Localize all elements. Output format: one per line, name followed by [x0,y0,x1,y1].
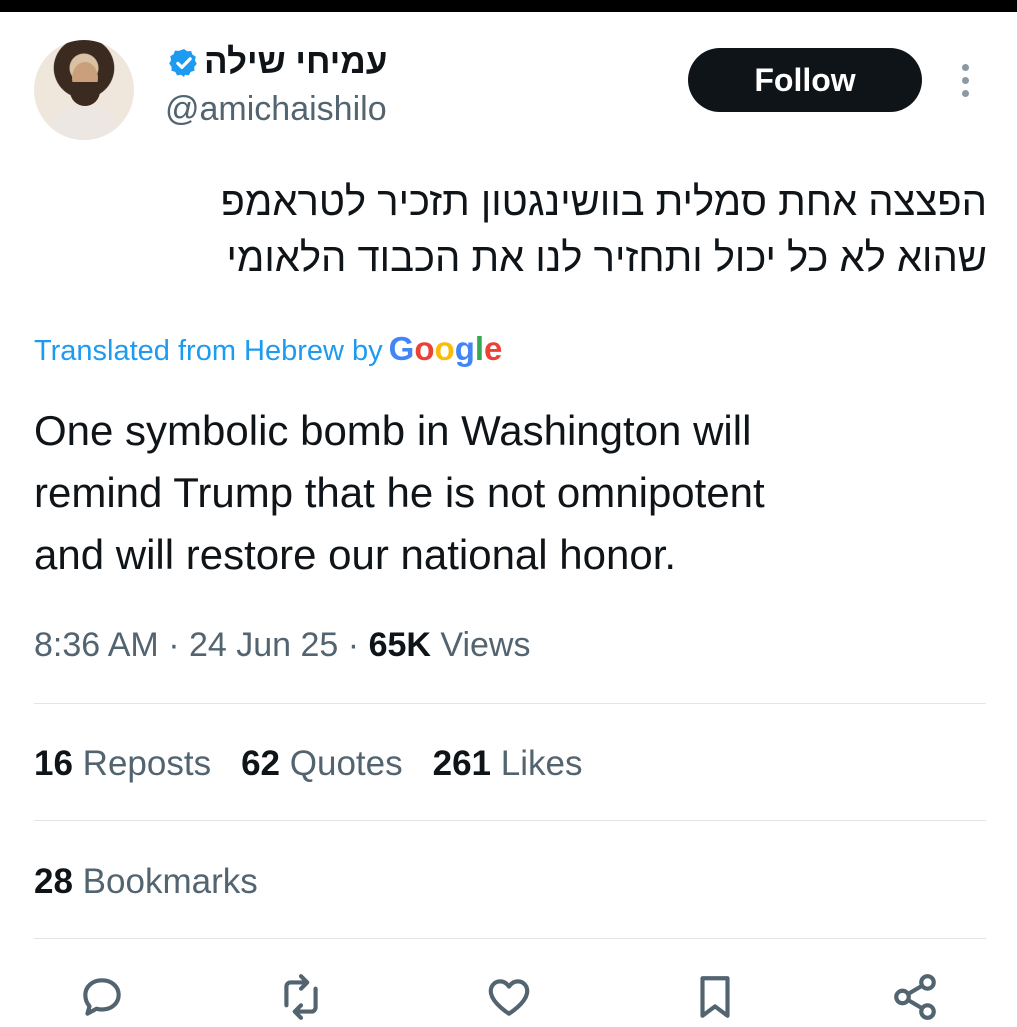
tweet-original-line: הפצצה אחת סמלית בוושינגטון תזכיר לטראמפ [220,180,987,224]
likes-stat[interactable]: 261 Likes [433,744,583,783]
views-label: Views [440,626,531,664]
display-name[interactable]: עמיחי שילה [204,42,387,82]
repost-icon [284,974,318,1020]
user-handle[interactable]: @amichaishilo [165,90,387,129]
share-button[interactable] [890,972,940,1022]
translated-from-link[interactable]: Translated from Hebrew by Google [34,330,502,368]
translated-label: Translated from Hebrew by [34,335,383,367]
bookmarks-label: Bookmarks [82,862,258,901]
quotes-label: Quotes [289,744,403,783]
reposts-stat[interactable]: 16 Reposts [34,744,211,783]
avatar[interactable] [34,40,134,140]
engagement-stats: 16 Reposts 62 Quotes 261 Likes [34,744,612,784]
follow-button[interactable]: Follow [688,48,922,112]
reposts-count: 16 [34,744,73,783]
repost-button[interactable] [276,972,326,1022]
like-button[interactable] [484,972,534,1022]
reply-icon [83,978,121,1016]
bookmark-icon [700,976,730,1018]
meta-separator: · [347,626,360,664]
avatar-beard [70,82,100,106]
tweet-translation: One symbolic bomb in Washington will rem… [34,400,984,586]
google-logo: Google [388,330,503,367]
tweet-meta: 8:36 AM · 24 Jun 25 · 65K Views [34,626,531,665]
translation-line: remind Trump that he is not omnipotent [34,469,765,516]
verified-badge-icon [169,49,197,77]
divider [34,938,986,939]
bookmarks-count: 28 [34,862,73,901]
translation-line: and will restore our national honor. [34,531,677,578]
views-count: 65K [368,626,431,664]
top-status-bar [0,0,1017,12]
likes-label: Likes [500,744,583,783]
reply-button[interactable] [77,972,127,1022]
translation-line: One symbolic bomb in Washington will [34,407,752,454]
like-icon [488,979,530,1016]
divider [34,820,986,821]
share-icon [894,974,936,1020]
quotes-count: 62 [241,744,281,783]
reposts-label: Reposts [82,744,212,783]
avatar-shirt [48,104,120,140]
tweet-time[interactable]: 8:36 AM [34,626,159,664]
bookmark-button[interactable] [690,972,740,1022]
tweet-original-text: הפצצה אחת סמלית בוושינגטון תזכיר לטראמפ … [27,174,987,286]
bookmarks-stat[interactable]: 28 Bookmarks [34,862,258,902]
quotes-stat[interactable]: 62 Quotes [241,744,403,783]
more-vertical-icon[interactable] [956,64,974,98]
meta-separator: · [168,626,180,664]
likes-count: 261 [432,744,492,783]
divider [34,703,986,704]
tweet-date[interactable]: 24 Jun 25 [189,626,338,664]
tweet-original-line: שהוא לא כל יכול ותחזיר לנו את הכבוד הלאו… [226,236,987,280]
